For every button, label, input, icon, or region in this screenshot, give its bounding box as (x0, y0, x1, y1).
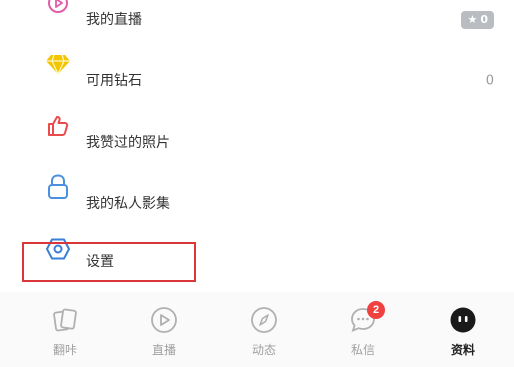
menu-item-live[interactable]: 我的直播 ★ 0 (0, 0, 514, 50)
tab-label: 动态 (251, 343, 276, 357)
tab-profile[interactable]: 资料 (418, 292, 508, 367)
lock-icon (45, 174, 71, 200)
menu-label-private: 我的私人影集 (86, 196, 170, 212)
bottom-tab-bar: 翻咔 直播 动态 2 私信 资料 (0, 292, 514, 367)
tab-feed[interactable]: 动态 (219, 292, 309, 367)
compass-icon (250, 306, 278, 334)
tab-messages[interactable]: 2 私信 (318, 292, 408, 367)
menu-item-diamonds[interactable]: 可用钻石 0 (0, 51, 514, 111)
tab-label: 私信 (350, 343, 375, 357)
menu-item-liked-photos[interactable]: 我赞过的照片 (0, 113, 514, 173)
menu-label-live: 我的直播 (86, 12, 142, 28)
diamond-icon (45, 51, 71, 77)
profile-icon (449, 306, 477, 334)
tab-label: 翻咔 (52, 343, 77, 357)
cards-icon (51, 306, 79, 334)
star-icon: ★ (467, 13, 478, 26)
menu-label-diamonds: 可用钻石 (86, 73, 142, 89)
menu-label-liked: 我赞过的照片 (86, 135, 170, 151)
unread-badge: 2 (367, 301, 385, 319)
settings-highlight-box (22, 242, 196, 282)
thumbs-up-icon (45, 113, 71, 139)
tab-label: 直播 (151, 343, 176, 357)
tab-live[interactable]: 直播 (119, 292, 209, 367)
tab-label: 资料 (450, 343, 475, 357)
diamond-count: 0 (485, 73, 494, 89)
menu-item-private-album[interactable]: 我的私人影集 (0, 174, 514, 234)
tab-fanka[interactable]: 翻咔 (20, 292, 110, 367)
play-icon (150, 306, 178, 334)
live-icon (45, 0, 71, 16)
star-badge: ★ 0 (461, 11, 494, 29)
